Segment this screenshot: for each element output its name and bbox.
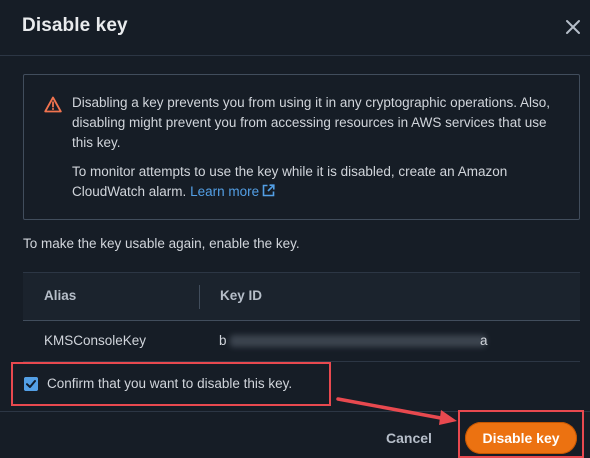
- disable-highlight: Disable key: [458, 410, 584, 458]
- alert-message: Disabling a key prevents you from using …: [72, 93, 567, 202]
- external-link-icon: [262, 184, 275, 197]
- close-icon[interactable]: [563, 17, 583, 37]
- confirm-checkbox[interactable]: [24, 377, 38, 391]
- alert-paragraph-1: Disabling a key prevents you from using …: [72, 95, 550, 150]
- disable-key-dialog: Disable key Disabling a key prevents you…: [0, 0, 590, 458]
- enable-note: To make the key usable again, enable the…: [23, 236, 300, 251]
- alert-paragraph-2: To monitor attempts to use the key while…: [72, 162, 567, 202]
- disable-key-button[interactable]: Disable key: [465, 422, 577, 454]
- column-header-alias: Alias: [44, 288, 77, 303]
- key-id-cell-end: a: [480, 333, 488, 348]
- learn-more-label: Learn more: [190, 184, 260, 199]
- redacted-key-id: [230, 335, 486, 347]
- confirm-label[interactable]: Confirm that you want to disable this ke…: [47, 376, 292, 391]
- column-divider[interactable]: [199, 285, 200, 309]
- dialog-header: Disable key: [0, 0, 590, 56]
- learn-more-link[interactable]: Learn more: [190, 184, 275, 199]
- key-table: Alias Key ID KMSConsoleKey b a: [23, 272, 580, 362]
- alias-cell: KMSConsoleKey: [44, 333, 147, 348]
- dialog-title: Disable key: [22, 15, 128, 36]
- table-header: Alias Key ID: [23, 272, 580, 321]
- key-id-cell-start: b: [219, 333, 227, 348]
- column-header-key-id: Key ID: [220, 288, 263, 303]
- cancel-button[interactable]: Cancel: [376, 425, 442, 451]
- alert-paragraph-2-text: To monitor attempts to use the key while…: [72, 164, 508, 199]
- warning-alert: Disabling a key prevents you from using …: [23, 74, 580, 220]
- table-row: KMSConsoleKey b a: [23, 321, 580, 362]
- confirm-highlight: Confirm that you want to disable this ke…: [11, 362, 331, 406]
- warning-icon: [44, 96, 62, 113]
